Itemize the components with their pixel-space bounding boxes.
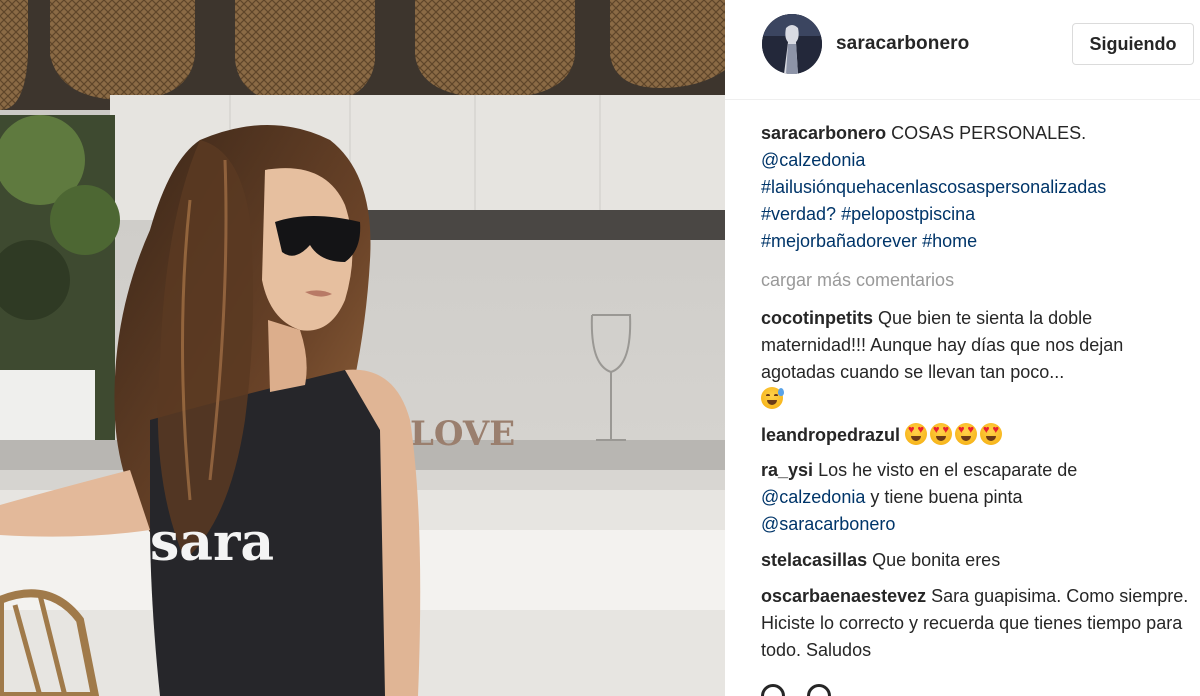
- post-caption: saracarbonero COSAS PERSONALES. @calzedo…: [761, 120, 1193, 255]
- caption-username[interactable]: saracarbonero: [761, 123, 886, 143]
- mention-link[interactable]: @saracarbonero: [761, 514, 895, 534]
- sweat-smile-icon: [761, 387, 784, 409]
- comment-text: Que bonita eres: [872, 550, 1001, 570]
- comment-username[interactable]: ra_ysi: [761, 460, 813, 480]
- comment-username[interactable]: stelacasillas: [761, 550, 867, 570]
- mention-link[interactable]: @calzedonia: [761, 487, 865, 507]
- mention-link[interactable]: @calzedonia: [761, 150, 865, 170]
- heart-eyes-icon: [905, 423, 928, 445]
- following-button[interactable]: Siguiendo: [1072, 23, 1194, 65]
- comment-item: cocotinpetits Que bien te sienta la dobl…: [761, 305, 1193, 413]
- comments-list: saracarbonero COSAS PERSONALES. @calzedo…: [761, 120, 1193, 673]
- comment-text: Los he visto en el escaparate de: [818, 460, 1078, 480]
- post-photo[interactable]: LOVE sara: [0, 0, 725, 696]
- comment-item: ra_ysi Los he visto en el escaparate de …: [761, 457, 1193, 538]
- comment-item: oscarbaenaestevez Sara guapisima. Como s…: [761, 583, 1193, 664]
- hashtag-link[interactable]: #lailusiónquehacenlascosaspersonalizadas: [761, 177, 1106, 197]
- hashtag-link[interactable]: #mejorbañadorever: [761, 231, 917, 251]
- comment-icon[interactable]: [807, 684, 831, 696]
- comment-text: y tiene buena pinta: [870, 487, 1023, 507]
- hashtag-link[interactable]: #pelopostpiscina: [841, 204, 975, 224]
- shirt-text: sara: [150, 512, 274, 573]
- heart-eyes-icon: [955, 423, 978, 445]
- comment-username[interactable]: cocotinpetits: [761, 308, 873, 328]
- action-bar: [761, 684, 853, 696]
- load-more-comments-link[interactable]: cargar más comentarios: [761, 267, 1193, 294]
- header-username[interactable]: saracarbonero: [836, 33, 969, 55]
- svg-text:LOVE: LOVE: [410, 414, 515, 454]
- hashtag-link[interactable]: #home: [922, 231, 977, 251]
- comment-item: leandropedrazul: [761, 422, 1193, 449]
- comment-username[interactable]: oscarbaenaestevez: [761, 586, 926, 606]
- caption-text: COSAS PERSONALES.: [891, 123, 1087, 143]
- heart-eyes-icon: [930, 423, 953, 445]
- hashtag-link[interactable]: #verdad?: [761, 204, 836, 224]
- post-header: saracarbonero Siguiendo: [725, 0, 1200, 100]
- comment-username[interactable]: leandropedrazul: [761, 425, 900, 445]
- avatar[interactable]: [762, 14, 822, 74]
- comment-item: stelacasillas Que bonita eres: [761, 547, 1193, 574]
- like-icon[interactable]: [761, 684, 785, 696]
- post-sidebar: saracarbonero Siguiendo saracarbonero CO…: [725, 0, 1200, 696]
- heart-eyes-icon: [980, 423, 1003, 445]
